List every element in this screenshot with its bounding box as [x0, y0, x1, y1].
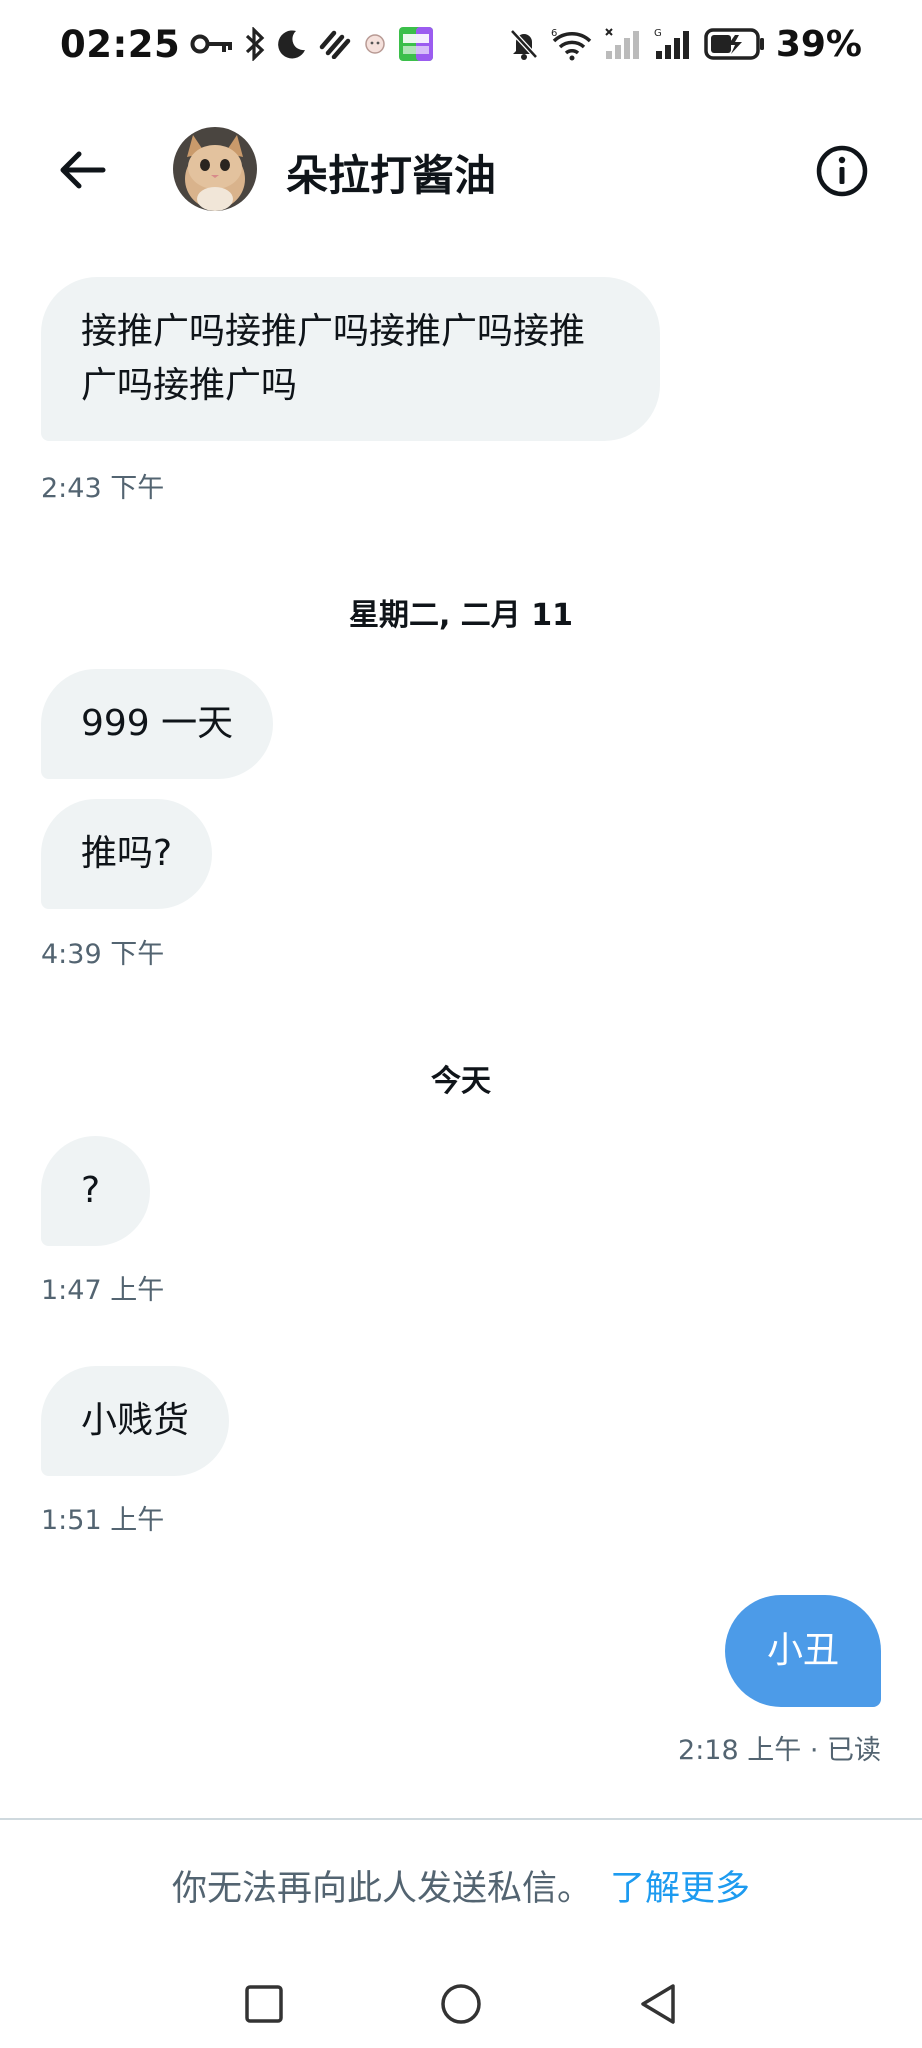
incoming-message-bubble[interactable]: 小贱货 — [41, 1366, 230, 1476]
square-icon — [245, 1985, 283, 2023]
signal-icon — [604, 27, 644, 61]
date-separator: 今天 — [431, 1064, 491, 1099]
incoming-message-bubble[interactable]: 999 一天 — [41, 669, 274, 779]
cat-avatar-image — [173, 127, 257, 211]
key-icon — [190, 30, 234, 58]
incoming-message-bubble[interactable]: 接推广吗接推广吗接推广吗接推广吗接推广吗 — [41, 277, 660, 441]
iqiyi-app-icon — [398, 26, 434, 62]
system-navigation-bar — [0, 1960, 922, 2048]
recents-button[interactable] — [238, 1978, 290, 2030]
svg-text:G: G — [654, 28, 662, 39]
battery-icon — [704, 27, 766, 61]
wifi-icon: 6 — [550, 27, 594, 61]
info-icon — [816, 145, 868, 197]
app-notification-icon — [318, 29, 352, 59]
message-timestamp: 1:47 上午 — [41, 1275, 165, 1306]
bell-muted-icon — [508, 27, 540, 61]
arrow-left-icon — [60, 151, 106, 189]
footer-divider — [0, 1818, 922, 1820]
contact-name[interactable]: 朵拉打酱油 — [286, 142, 496, 203]
bluetooth-icon — [244, 27, 266, 61]
contact-avatar[interactable] — [173, 127, 257, 211]
incoming-message-bubble[interactable]: 推吗? — [41, 799, 213, 909]
status-bar: 02:25 6 G 39% — [0, 0, 922, 88]
cannot-message-notice: 你无法再向此人发送私信。 了解更多 — [0, 1860, 922, 1911]
conversation-info-button[interactable] — [814, 143, 870, 199]
message-timestamp: 4:39 下午 — [41, 939, 165, 970]
message-timestamp: 1:51 上午 — [41, 1505, 165, 1536]
back-button[interactable] — [52, 140, 112, 200]
date-separator: 星期二, 二月 11 — [348, 598, 574, 633]
status-time: 02:25 — [60, 22, 181, 66]
ghost-icon — [362, 31, 388, 57]
signal-icon: G — [654, 27, 694, 61]
learn-more-link[interactable]: 了解更多 — [610, 1869, 750, 1909]
moon-icon — [276, 28, 308, 60]
circle-icon — [441, 1984, 481, 2024]
back-nav-button[interactable] — [632, 1978, 684, 2030]
outgoing-message-bubble[interactable]: 小丑 — [724, 1595, 881, 1707]
battery-percent: 39% — [775, 23, 862, 65]
message-timestamp: 2:43 下午 — [41, 473, 165, 504]
incoming-message-bubble[interactable]: ? — [41, 1136, 151, 1246]
home-button[interactable] — [435, 1978, 487, 2030]
conversation-header: 朵拉打酱油 — [0, 110, 922, 230]
notice-text: 你无法再向此人发送私信。 — [171, 1869, 592, 1909]
message-timestamp-read: 2:18 上午 · 已读 — [678, 1735, 881, 1766]
svg-text:6: 6 — [551, 28, 557, 39]
triangle-back-icon — [641, 1984, 675, 2024]
dm-conversation-screen: 02:25 6 G 39% 朵拉打酱油 接推广吗接推广吗接推广吗接推广吗接推广吗… — [0, 0, 922, 2048]
